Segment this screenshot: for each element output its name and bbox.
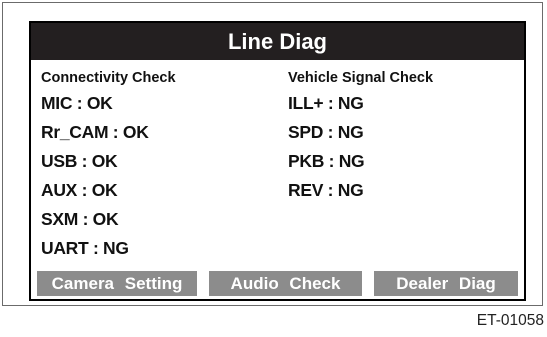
status-sxm: SXM : OK — [41, 209, 119, 229]
status-uart: UART : NG — [41, 238, 129, 258]
figure-frame: Line Diag Connectivity Check MIC : OK Rr… — [2, 2, 543, 306]
figure-code-label: ET-01058 — [476, 312, 544, 329]
status-rr-cam: Rr_CAM : OK — [41, 122, 149, 142]
connectivity-check-header: Connectivity Check — [41, 70, 176, 86]
vehicle-signal-check-section: Vehicle Signal Check ILL+ : NG SPD : NG … — [288, 67, 433, 205]
status-pkb: PKB : NG — [288, 151, 365, 171]
connectivity-check-section: Connectivity Check MIC : OK Rr_CAM : OK … — [41, 67, 176, 263]
screen-title: Line Diag — [31, 23, 524, 60]
dealer-diag-button[interactable]: Dealer Diag — [374, 271, 518, 296]
bottom-button-bar: Camera Setting Audio Check Dealer Diag — [37, 271, 518, 296]
status-usb: USB : OK — [41, 151, 118, 171]
vehicle-signal-check-header: Vehicle Signal Check — [288, 70, 434, 86]
status-rev: REV : NG — [288, 180, 364, 200]
status-mic: MIC : OK — [41, 93, 113, 113]
status-aux: AUX : OK — [41, 180, 118, 200]
status-spd: SPD : NG — [288, 122, 364, 142]
line-diag-screen: Line Diag Connectivity Check MIC : OK Rr… — [29, 21, 526, 301]
audio-check-button[interactable]: Audio Check — [209, 271, 362, 296]
camera-setting-button[interactable]: Camera Setting — [37, 271, 197, 296]
status-ill: ILL+ : NG — [288, 93, 364, 113]
